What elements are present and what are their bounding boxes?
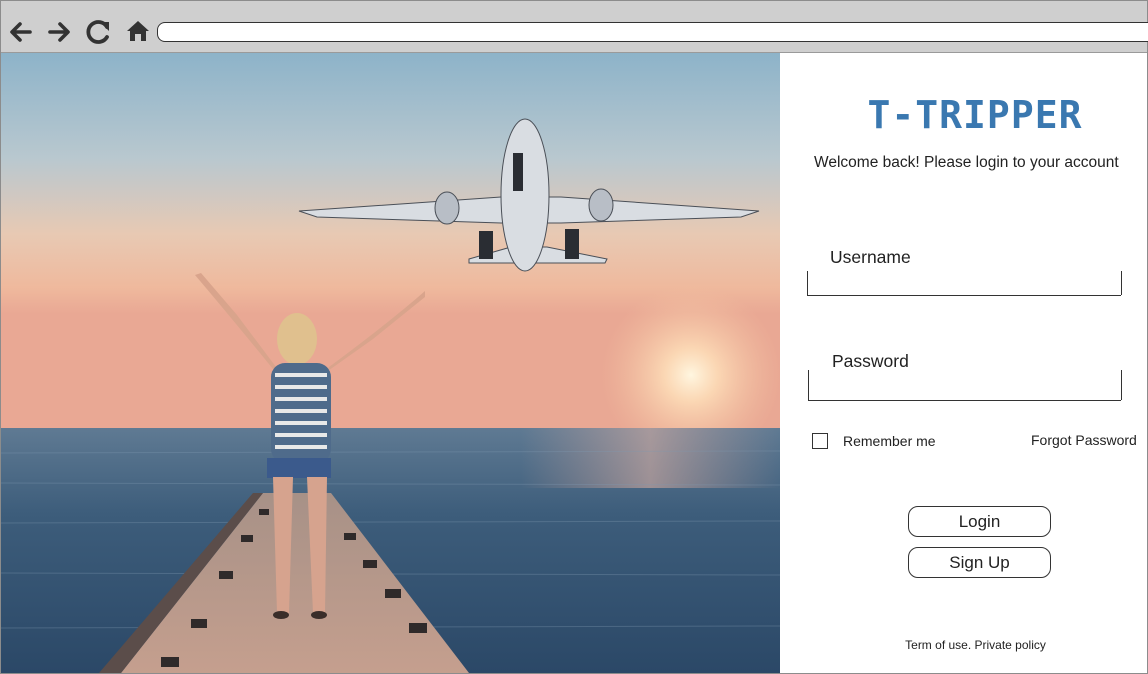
browser-window: T-TRIPPER Welcome back! Please login to … [0, 0, 1148, 674]
footer-links[interactable]: Term of use. Private policy [780, 638, 1148, 652]
reload-button[interactable] [83, 15, 113, 45]
brand-logo: T-TRIPPER [867, 93, 1083, 137]
reload-icon [86, 20, 109, 44]
password-label: Password [832, 351, 909, 371]
arrow-right-icon [48, 22, 70, 42]
browser-toolbar [1, 1, 1148, 53]
woman-on-pier-airplane-sunset-photo [1, 53, 780, 673]
home-button[interactable] [123, 15, 153, 45]
password-input[interactable] [809, 370, 1121, 400]
forgot-password-link[interactable]: Forgot Password [1031, 432, 1137, 448]
back-button[interactable] [5, 15, 35, 45]
password-field[interactable] [808, 370, 1122, 401]
remember-me-label: Remember me [843, 433, 936, 449]
username-field[interactable] [807, 271, 1122, 296]
welcome-message: Welcome back! Please login to your accou… [814, 154, 1119, 171]
address-bar[interactable] [157, 22, 1148, 42]
forward-button[interactable] [45, 15, 75, 45]
login-panel: T-TRIPPER Welcome back! Please login to … [780, 53, 1147, 673]
hero-photo [1, 53, 780, 673]
remember-me-checkbox[interactable] [812, 433, 828, 449]
username-label: Username [830, 247, 911, 267]
remember-me[interactable]: Remember me [812, 432, 936, 450]
username-input[interactable] [808, 271, 1121, 295]
arrow-left-icon [10, 22, 32, 42]
home-icon [127, 21, 149, 41]
sign-up-button[interactable]: Sign Up [908, 547, 1051, 578]
login-button[interactable]: Login [908, 506, 1051, 537]
